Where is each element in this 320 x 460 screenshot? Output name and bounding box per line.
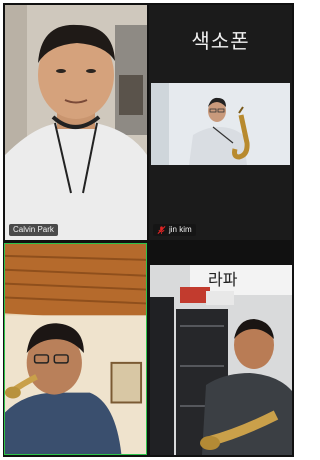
video-grid: Calvin Park 색소폰 jin kim 라파 (3, 3, 294, 457)
participant-name: jin kim (169, 225, 192, 234)
participant-tile-jin-kim[interactable]: 색소폰 jin kim (149, 5, 292, 240)
participant-video (5, 5, 147, 240)
participant-video: 라파 (150, 265, 292, 455)
participant-tile-active-speaker[interactable] (4, 243, 147, 455)
participant-video (151, 83, 290, 165)
participant-tile-saxophonist[interactable]: 라파 (150, 265, 292, 455)
svg-text:라파: 라파 (208, 270, 238, 289)
mic-off-icon (157, 225, 166, 235)
participant-name-tag: jin kim (153, 224, 196, 236)
participant-name: Calvin Park (13, 225, 54, 234)
participant-name-tag: Calvin Park (9, 224, 58, 236)
participant-tile-calvin-park[interactable]: Calvin Park (5, 5, 147, 240)
participant-video (5, 244, 146, 454)
tile-heading-text: 색소폰 (191, 29, 250, 53)
